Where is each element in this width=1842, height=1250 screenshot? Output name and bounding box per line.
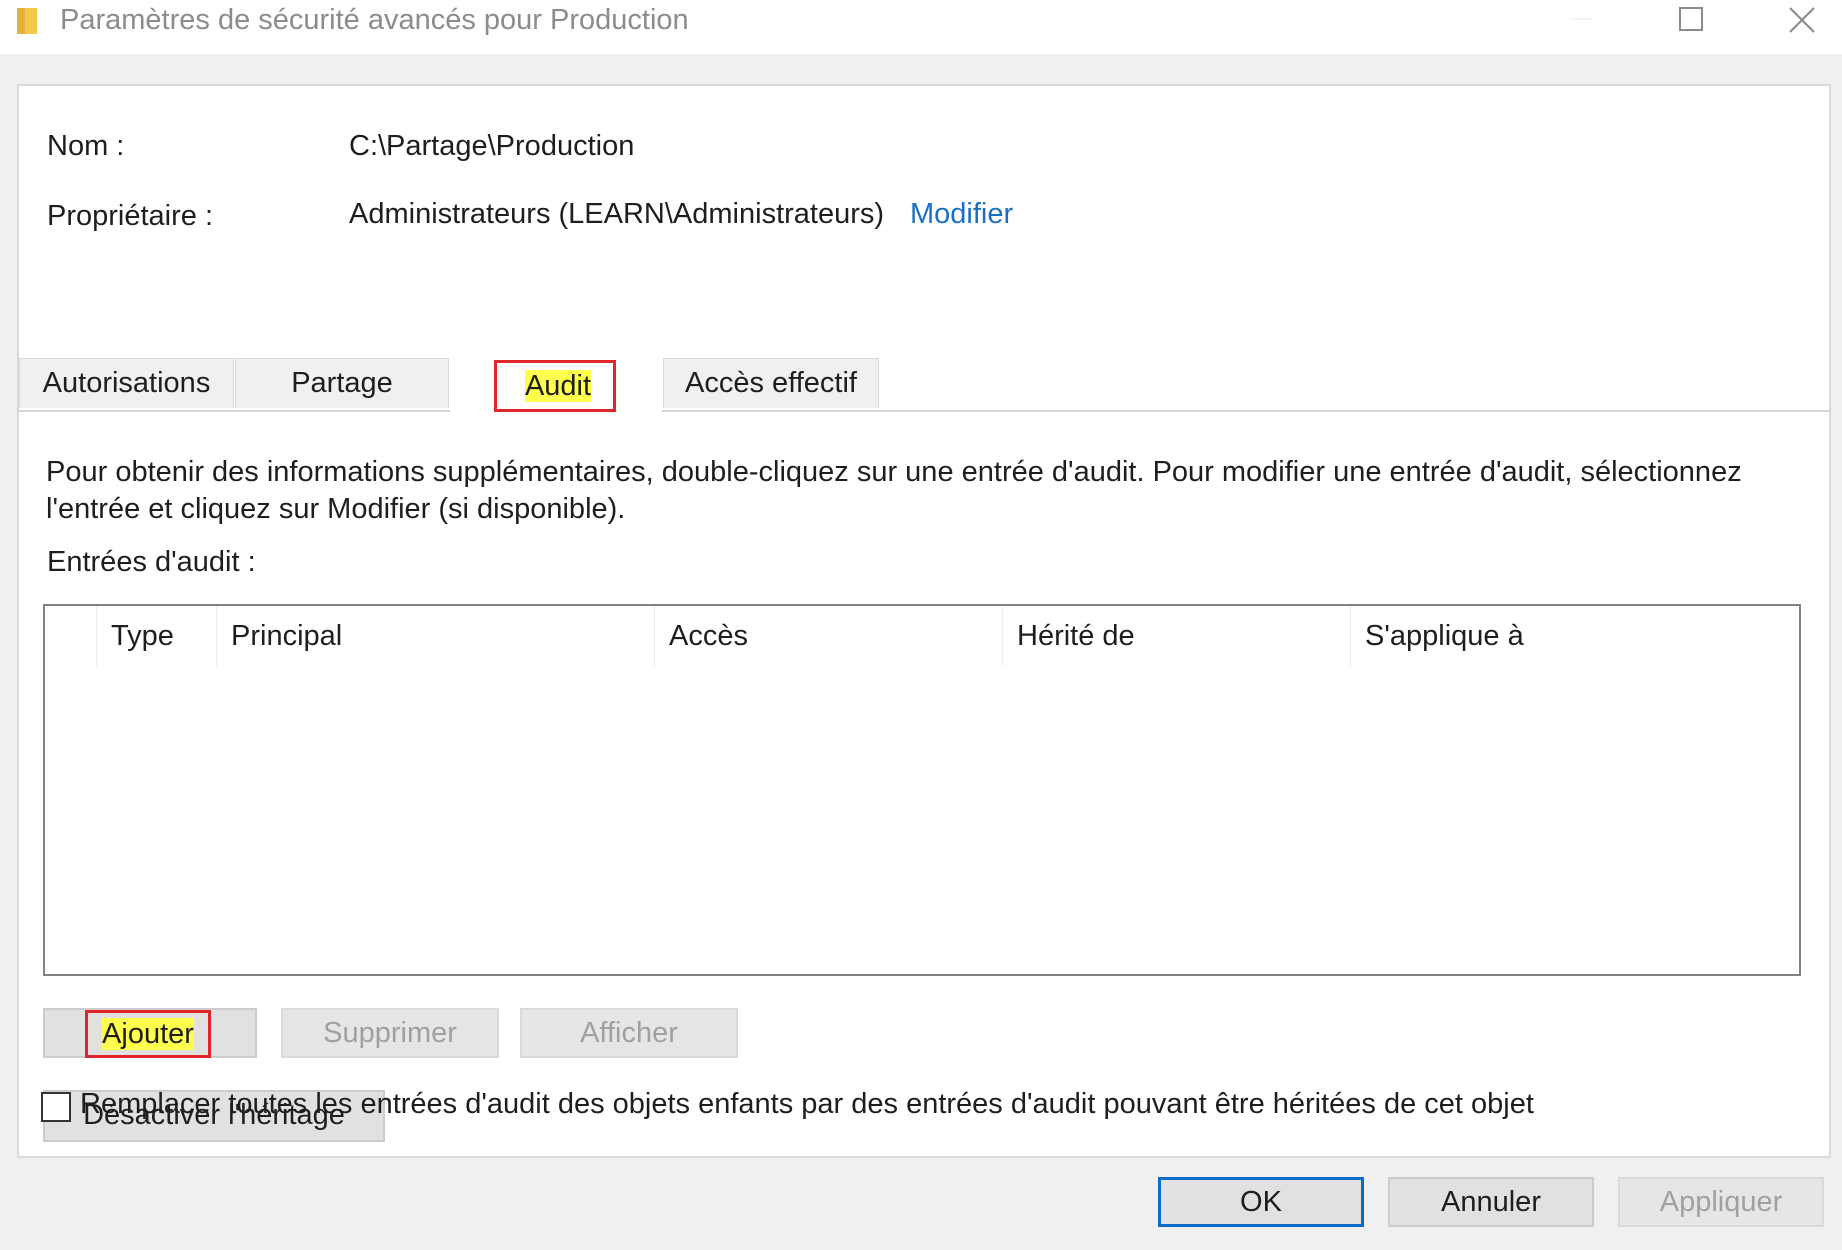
audit-entries-list[interactable]: Type Principal Accès Hérité de S'appliqu…	[43, 604, 1801, 976]
add-button-highlight: Ajouter	[85, 1010, 211, 1058]
tab-audit[interactable]: Audit	[450, 360, 662, 412]
tab-acces-effectif[interactable]: Accès effectif	[663, 358, 879, 408]
replace-child-entries-label: Remplacer toutes les entrées d'audit des…	[80, 1088, 1534, 1120]
cancel-button[interactable]: Annuler	[1388, 1177, 1594, 1227]
column-header-icon	[45, 606, 97, 666]
add-button[interactable]: Ajouter	[43, 1008, 257, 1058]
owner-label: Propriétaire :	[47, 200, 214, 232]
change-owner-link[interactable]: Modifier	[910, 198, 1013, 231]
close-button[interactable]	[1760, 0, 1840, 44]
view-button[interactable]: Afficher	[520, 1008, 738, 1058]
column-header-principal[interactable]: Principal	[217, 606, 655, 666]
name-value: C:\Partage\Production	[349, 130, 635, 162]
minimize-button[interactable]	[1540, 0, 1620, 44]
tab-autorisations[interactable]: Autorisations	[19, 358, 234, 408]
column-header-herite-de[interactable]: Hérité de	[1003, 606, 1351, 666]
close-icon	[1789, 7, 1815, 33]
column-header-s-applique-a[interactable]: S'applique à	[1351, 606, 1799, 666]
tab-strip: Autorisations Partage Audit Accès effect…	[19, 358, 1829, 412]
maximize-button[interactable]	[1650, 0, 1730, 44]
column-header-type[interactable]: Type	[97, 606, 217, 666]
audit-description: Pour obtenir des informations supplément…	[46, 456, 1742, 525]
remove-button[interactable]: Supprimer	[281, 1008, 499, 1058]
replace-child-entries-checkbox[interactable]	[41, 1092, 71, 1122]
add-button-label: Ajouter	[102, 1018, 194, 1050]
title-bar: Paramètres de sécurité avancés pour Prod…	[0, 0, 1842, 54]
apply-button[interactable]: Appliquer	[1618, 1177, 1824, 1227]
column-header-acces[interactable]: Accès	[655, 606, 1003, 666]
ok-button[interactable]: OK	[1158, 1177, 1364, 1227]
tab-audit-highlight: Audit	[494, 360, 616, 412]
maximize-icon	[1679, 7, 1703, 31]
tab-partage[interactable]: Partage	[235, 358, 449, 408]
tab-audit-label: Audit	[524, 370, 592, 402]
owner-value: Administrateurs (LEARN\Administrateurs)	[349, 198, 885, 230]
security-settings-panel: Nom : C:\Partage\Production Propriétaire…	[17, 84, 1831, 1158]
audit-entries-label: Entrées d'audit :	[47, 546, 256, 578]
name-label: Nom :	[47, 130, 125, 162]
window-title: Paramètres de sécurité avancés pour Prod…	[60, 4, 689, 36]
folder-icon	[16, 6, 38, 36]
